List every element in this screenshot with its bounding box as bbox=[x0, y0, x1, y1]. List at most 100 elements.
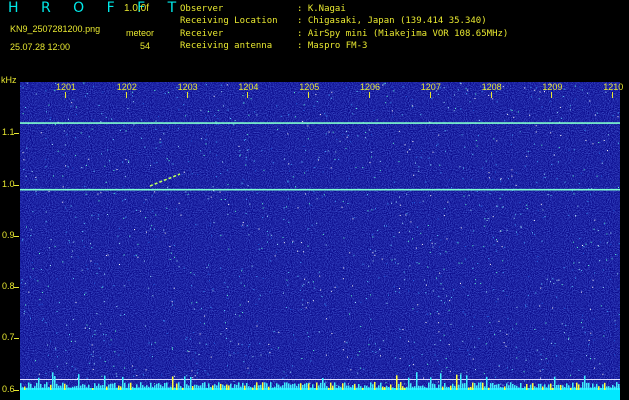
noise-speck bbox=[152, 210, 154, 212]
noise-speck bbox=[45, 138, 47, 140]
noise-speck bbox=[35, 193, 37, 195]
header: H R O F F T 1.0.0f KN9_2507281200.png 25… bbox=[0, 0, 629, 75]
noise-speck bbox=[496, 240, 498, 242]
noise-speck bbox=[312, 281, 314, 283]
noise-speck bbox=[394, 258, 396, 260]
floor-spike bbox=[180, 386, 182, 390]
noise-speck bbox=[583, 246, 585, 248]
noise-speck bbox=[369, 162, 371, 164]
noise-speck bbox=[75, 155, 77, 157]
noise-speck bbox=[88, 136, 90, 138]
floor-spike bbox=[66, 384, 68, 390]
noise-speck bbox=[307, 138, 309, 140]
noise-speck bbox=[412, 141, 414, 142]
noise-speck bbox=[524, 380, 525, 382]
floor-spike bbox=[114, 382, 116, 390]
noise-speck bbox=[403, 271, 405, 273]
noise-speck bbox=[588, 265, 590, 266]
noise-speck bbox=[496, 239, 497, 241]
noise-speck bbox=[429, 239, 431, 241]
floor-spike bbox=[562, 385, 564, 390]
floor-spike bbox=[402, 386, 404, 390]
y-tick-label: 0.8 bbox=[2, 281, 15, 292]
noise-speck bbox=[475, 93, 477, 95]
noise-speck bbox=[474, 283, 476, 285]
noise-speck bbox=[370, 134, 372, 136]
noise-speck bbox=[524, 87, 526, 89]
x-tick bbox=[186, 92, 188, 98]
noise-speck bbox=[465, 204, 467, 206]
noise-speck bbox=[545, 322, 547, 324]
noise-speck bbox=[580, 270, 582, 272]
floor-spike bbox=[512, 384, 514, 390]
noise-speck bbox=[245, 355, 247, 357]
noise-speck bbox=[406, 151, 408, 153]
noise-speck bbox=[399, 287, 400, 289]
noise-speck bbox=[208, 273, 210, 275]
noise-speck bbox=[83, 222, 85, 224]
floor-spike bbox=[332, 385, 334, 390]
floor-spike bbox=[84, 384, 86, 390]
noise-speck bbox=[205, 343, 207, 345]
noise-speck bbox=[151, 343, 153, 345]
floor-spike bbox=[256, 382, 258, 390]
noise-speck bbox=[230, 340, 232, 342]
noise-speck bbox=[266, 231, 268, 232]
floor-spike bbox=[26, 387, 28, 390]
noise-speck bbox=[362, 263, 364, 265]
noise-speck bbox=[187, 350, 189, 352]
noise-speck bbox=[100, 192, 102, 194]
noise-speck bbox=[82, 231, 84, 232]
noise-speck bbox=[100, 323, 102, 325]
noise-speck bbox=[385, 382, 387, 384]
noise-speck bbox=[39, 299, 41, 301]
floor-spike bbox=[598, 386, 600, 390]
noise-speck bbox=[343, 237, 345, 239]
floor-spike bbox=[94, 383, 96, 390]
floor-spike bbox=[188, 385, 190, 390]
y-tick bbox=[14, 133, 19, 135]
floor-spike bbox=[174, 387, 176, 390]
noise-speck bbox=[391, 87, 393, 89]
noise-speck bbox=[324, 151, 326, 152]
floor-spike bbox=[330, 382, 332, 390]
noise-speck bbox=[83, 246, 85, 247]
noise-speck bbox=[174, 366, 176, 368]
floor-spike bbox=[518, 387, 520, 390]
floor-spike bbox=[166, 382, 168, 390]
noise-speck bbox=[62, 261, 64, 263]
noise-speck bbox=[439, 253, 441, 255]
noise-speck bbox=[131, 128, 133, 129]
noise-speck bbox=[258, 228, 260, 230]
noise-speck bbox=[491, 98, 493, 100]
noise-speck bbox=[25, 180, 27, 181]
noise-speck bbox=[439, 246, 440, 248]
noise-speck bbox=[422, 200, 424, 202]
floor-spike bbox=[426, 387, 428, 390]
noise-speck bbox=[165, 219, 167, 221]
noise-speck bbox=[141, 119, 143, 121]
noise-speck bbox=[384, 82, 386, 84]
noise-speck bbox=[474, 346, 476, 348]
floor-spike bbox=[236, 384, 238, 390]
noise-speck bbox=[100, 121, 102, 123]
noise-speck bbox=[345, 147, 347, 149]
noise-speck bbox=[359, 351, 361, 352]
noise-speck bbox=[239, 276, 240, 278]
noise-speck bbox=[313, 191, 315, 193]
noise-speck bbox=[373, 110, 375, 111]
noise-speck bbox=[155, 120, 157, 122]
noise-speck bbox=[603, 335, 605, 337]
noise-speck bbox=[173, 287, 175, 289]
noise-speck bbox=[349, 252, 351, 254]
noise-speck bbox=[325, 305, 327, 306]
noise-speck bbox=[291, 365, 293, 367]
noise-speck bbox=[418, 170, 420, 172]
noise-speck bbox=[226, 84, 228, 86]
noise-speck bbox=[372, 252, 374, 254]
noise-speck bbox=[276, 105, 278, 107]
noise-speck bbox=[226, 297, 228, 299]
floor-spike bbox=[466, 375, 468, 390]
floor-spike bbox=[138, 387, 140, 390]
noise-speck bbox=[416, 262, 418, 264]
